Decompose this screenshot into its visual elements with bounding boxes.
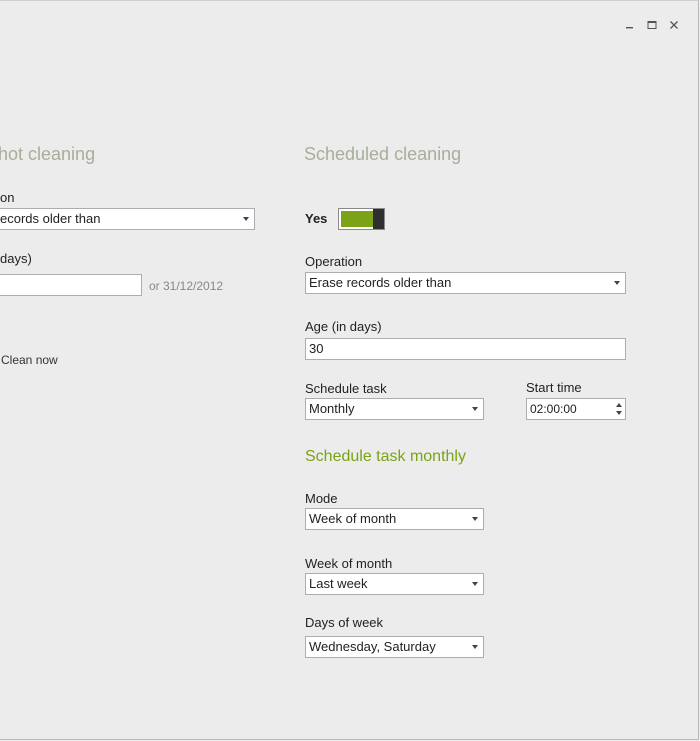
week-of-month-value: Last week — [309, 576, 368, 591]
oneshot-age-label: days) — [0, 251, 32, 266]
maximize-icon[interactable] — [646, 19, 658, 31]
start-time-label: Start time — [526, 380, 582, 395]
scheduled-cleaning-title: Scheduled cleaning — [304, 144, 462, 164]
mode-label: Mode — [305, 491, 338, 506]
days-of-week-value: Wednesday, Saturday — [309, 639, 436, 654]
time-spinner[interactable] — [615, 401, 623, 417]
schedule-task-label: Schedule task — [305, 381, 387, 396]
oneshot-age-input[interactable] — [0, 274, 142, 296]
days-of-week-label: Days of week — [305, 615, 384, 630]
schedule-enabled-toggle[interactable] — [338, 208, 385, 230]
oneshot-cleaning-title: hot cleaning — [0, 144, 96, 164]
window-controls — [624, 19, 680, 31]
clean-now-button[interactable]: Clean now — [1, 353, 58, 367]
minimize-icon[interactable] — [624, 19, 636, 31]
age-label: Age (in days) — [305, 319, 382, 334]
close-icon[interactable] — [668, 19, 680, 31]
toggle-knob[interactable] — [373, 209, 384, 229]
start-time-input[interactable]: 02:00:00 — [526, 398, 626, 420]
toggle-fill — [341, 211, 374, 227]
oneshot-operation-select[interactable]: ecords older than — [0, 208, 255, 230]
schedule-task-value: Monthly — [309, 401, 355, 416]
mode-select[interactable]: Week of month — [305, 508, 484, 530]
chevron-down-icon — [472, 517, 478, 521]
start-time-value: 02:00:00 — [530, 402, 577, 416]
chevron-down-icon — [472, 645, 478, 649]
chevron-down-icon — [614, 281, 620, 285]
week-of-month-label: Week of month — [305, 556, 393, 571]
spin-up-icon[interactable] — [616, 403, 622, 407]
schedule-monthly-title: Schedule task monthly — [305, 448, 466, 465]
week-of-month-select[interactable]: Last week — [305, 573, 484, 595]
spin-down-icon[interactable] — [616, 411, 622, 415]
operation-select[interactable]: Erase records older than — [305, 272, 626, 294]
operation-label: Operation — [305, 254, 363, 269]
schedule-enabled-label: Yes — [305, 211, 328, 226]
days-of-week-select[interactable]: Wednesday, Saturday — [305, 636, 484, 658]
oneshot-or-date: or 31/12/2012 — [149, 279, 224, 293]
operation-value: Erase records older than — [309, 275, 452, 290]
mode-value: Week of month — [309, 511, 397, 526]
oneshot-operation-value: ecords older than — [0, 211, 101, 226]
oneshot-operation-label: on — [0, 190, 15, 205]
chevron-down-icon — [243, 217, 249, 221]
schedule-task-select[interactable]: Monthly — [305, 398, 484, 420]
age-input[interactable]: 30 — [305, 338, 626, 360]
chevron-down-icon — [472, 407, 478, 411]
app-window: hot cleaning on ecords older than days) … — [0, 0, 699, 740]
chevron-down-icon — [472, 582, 478, 586]
